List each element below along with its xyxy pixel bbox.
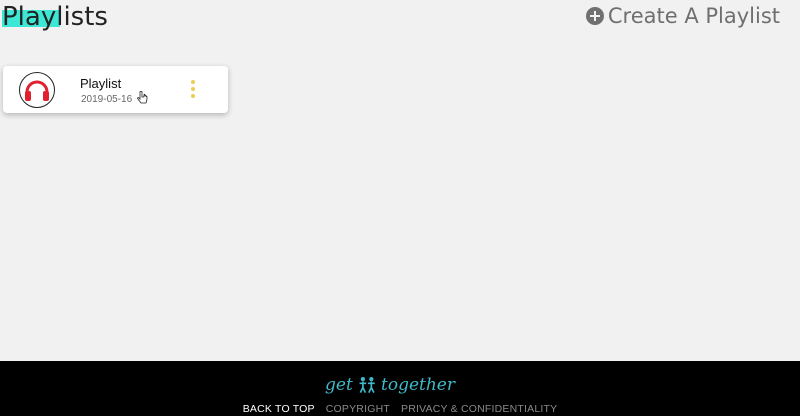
playlist-card[interactable]: Playlist 2019-05-16 [3, 66, 228, 113]
hand-cursor-icon [137, 91, 148, 104]
brand-left: get [325, 375, 353, 395]
plus-circle-icon [585, 7, 604, 25]
more-options-icon[interactable] [191, 80, 196, 98]
footer-links: BACK TO TOP COPYRIGHT PRIVACY & CONFIDEN… [0, 403, 800, 415]
back-to-top-link[interactable]: BACK TO TOP [243, 403, 315, 415]
create-playlist-label: Create A Playlist [607, 4, 780, 28]
page-title: Playlists [2, 1, 108, 33]
privacy-link[interactable]: PRIVACY & CONFIDENTIALITY [401, 403, 557, 415]
brand-right: together [381, 375, 455, 395]
create-playlist-button[interactable]: Create A Playlist [585, 4, 780, 28]
footer: get together BACK TO TOP COPYRIGHT PRIVA… [0, 361, 800, 416]
dot [191, 87, 195, 91]
brand-logo[interactable]: get together [325, 371, 455, 399]
headphones-icon [19, 72, 55, 108]
people-logo-icon [359, 376, 375, 393]
copyright-link[interactable]: COPYRIGHT [326, 403, 390, 415]
dot [191, 94, 195, 98]
playlist-date: 2019-05-16 [81, 94, 133, 105]
page-title-text: Playlists [2, 2, 108, 32]
dot [191, 80, 195, 84]
playlist-name[interactable]: Playlist [80, 76, 121, 91]
